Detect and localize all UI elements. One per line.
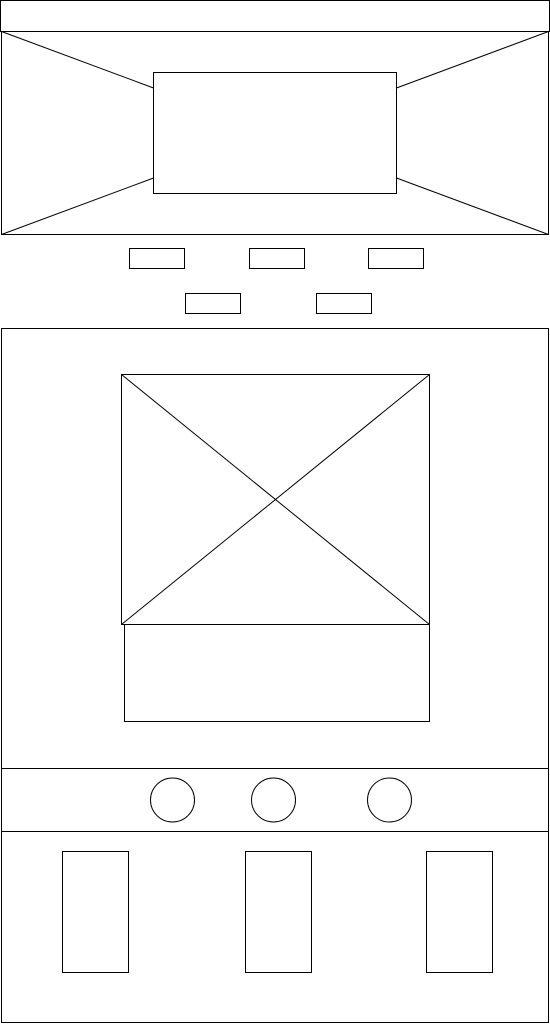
pagination-dot-3[interactable] (367, 777, 412, 823)
footer-card-1[interactable] (62, 851, 129, 973)
pagination-dot-2[interactable] (251, 777, 296, 823)
nav-section (129, 248, 424, 314)
nav-button-3[interactable] (368, 248, 424, 269)
content-section (1, 328, 549, 769)
wireframe-canvas (0, 0, 550, 1023)
pagination-dot-1[interactable] (150, 777, 195, 823)
content-section-frame (1, 328, 549, 769)
hero-banner (1, 31, 549, 235)
footer-frame (1, 831, 549, 1023)
footer-card-3[interactable] (426, 851, 493, 973)
header-bar (0, 0, 550, 32)
nav-button-1[interactable] (129, 248, 185, 269)
hero-cross-line-tr (396, 31, 549, 89)
hero-cross-line-tl (1, 31, 154, 89)
nav-button-4[interactable] (185, 293, 241, 314)
footer-section (1, 831, 549, 1023)
footer-card-2[interactable] (245, 851, 312, 973)
hero-cross-line-br (396, 177, 549, 235)
nav-button-2[interactable] (249, 248, 305, 269)
nav-button-5[interactable] (316, 293, 372, 314)
content-caption-block (124, 624, 430, 722)
hero-inner-block (153, 72, 397, 194)
pagination-section (1, 768, 549, 832)
hero-cross-line-bl (1, 177, 154, 235)
